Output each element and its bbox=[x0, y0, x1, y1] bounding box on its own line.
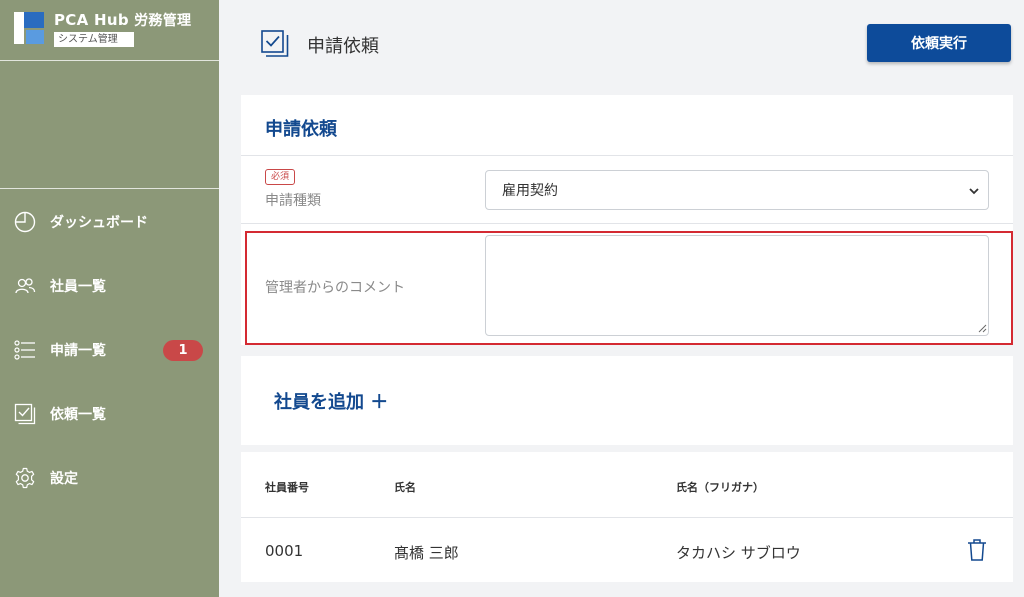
resize-grip-icon[interactable] bbox=[977, 323, 987, 333]
divider bbox=[241, 223, 1013, 224]
brand-name: PCA Hub bbox=[54, 11, 129, 29]
brand-title: PCA Hub 労務管理 bbox=[54, 10, 191, 30]
sidebar-item-employees[interactable]: 社員一覧 bbox=[0, 254, 219, 318]
execute-request-button[interactable]: 依頼実行 bbox=[867, 24, 1011, 62]
pca-logo-icon bbox=[14, 12, 44, 44]
employee-name-cell: 髙橋 三郎 bbox=[394, 544, 459, 562]
users-icon bbox=[14, 275, 36, 297]
sidebar: PCA Hub 労務管理 システム管理 ダッシュボード 社員一覧 申請一覧 1 bbox=[0, 0, 219, 597]
chevron-down-icon bbox=[969, 188, 979, 195]
dashboard-icon bbox=[14, 211, 36, 233]
request-checklist-icon bbox=[261, 30, 289, 58]
admin-comment-label: 管理者からのコメント bbox=[265, 280, 405, 296]
checklist-icon bbox=[14, 403, 36, 425]
sidebar-item-settings[interactable]: 設定 bbox=[0, 446, 219, 510]
add-employee-button[interactable]: 社員を追加 ＋ bbox=[274, 388, 388, 414]
sidebar-divider-nav bbox=[0, 188, 219, 189]
brand-badge: システム管理 bbox=[54, 32, 134, 47]
request-form-card: 申請依頼 必須 申請種類 雇用契約 管理者からのコメント bbox=[241, 95, 1013, 345]
column-header-kana: 氏名（フリガナ） bbox=[676, 481, 764, 494]
applications-count-badge: 1 bbox=[163, 340, 203, 361]
sidebar-item-label: 依頼一覧 bbox=[50, 407, 106, 423]
employee-table: 社員番号 氏名 氏名（フリガナ） 0001 髙橋 三郎 タカハシ サブロウ bbox=[241, 452, 1013, 582]
sidebar-divider-top bbox=[0, 60, 219, 61]
brand-logo[interactable]: PCA Hub 労務管理 システム管理 bbox=[14, 10, 191, 50]
sidebar-item-dashboard[interactable]: ダッシュボード bbox=[0, 190, 219, 254]
sidebar-nav: ダッシュボード 社員一覧 申請一覧 1 依頼一覧 設定 bbox=[0, 190, 219, 510]
page-title: 申請依頼 bbox=[307, 36, 379, 57]
add-employee-card: 社員を追加 ＋ bbox=[241, 356, 1013, 445]
brand-subtitle: 労務管理 bbox=[134, 13, 192, 29]
application-type-select[interactable]: 雇用契約 bbox=[485, 170, 989, 210]
application-type-value: 雇用契約 bbox=[502, 183, 558, 199]
list-icon bbox=[14, 339, 36, 361]
required-badge: 必須 bbox=[265, 169, 296, 185]
sidebar-item-label: ダッシュボード bbox=[50, 215, 148, 231]
sidebar-item-label: 社員一覧 bbox=[50, 279, 106, 295]
application-type-label: 申請種類 bbox=[265, 193, 321, 209]
sidebar-item-label: 設定 bbox=[50, 471, 78, 487]
divider bbox=[241, 517, 1013, 518]
sidebar-item-label: 申請一覧 bbox=[50, 343, 106, 359]
employee-id-cell: 0001 bbox=[265, 542, 304, 560]
section-title: 申請依頼 bbox=[265, 119, 337, 140]
sidebar-item-requests[interactable]: 依頼一覧 bbox=[0, 382, 219, 446]
sidebar-item-applications[interactable]: 申請一覧 1 bbox=[0, 318, 219, 382]
employee-kana-cell: タカハシ サブロウ bbox=[676, 544, 801, 562]
trash-icon[interactable] bbox=[967, 538, 987, 562]
column-header-name: 氏名 bbox=[394, 481, 416, 494]
admin-comment-textarea[interactable] bbox=[485, 235, 989, 336]
gear-icon bbox=[14, 467, 36, 489]
column-header-employee-id: 社員番号 bbox=[265, 481, 309, 494]
divider bbox=[241, 155, 1013, 156]
